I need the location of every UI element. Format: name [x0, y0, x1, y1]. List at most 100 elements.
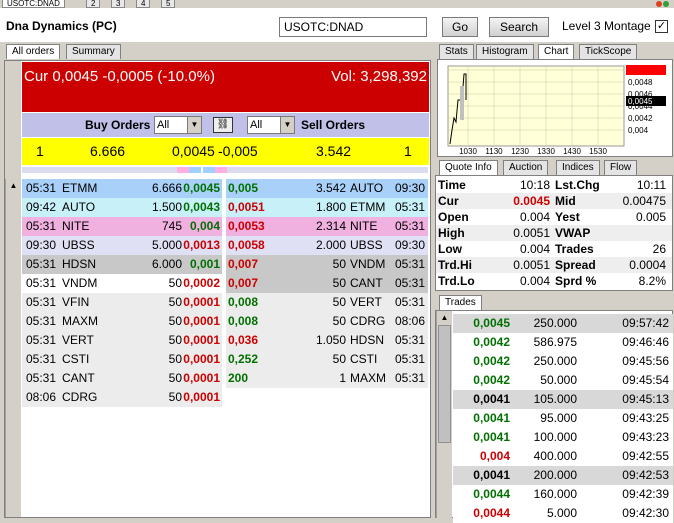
- trade-row[interactable]: 0,004 400.000 09:42:55: [453, 447, 673, 466]
- link-chain-icon[interactable]: ⛓: [213, 117, 233, 133]
- bid-row[interactable]: 09:42 AUTO 1.500 0,0043: [22, 198, 222, 217]
- bid-time: 05:31: [26, 257, 57, 271]
- doc-tab-3[interactable]: 3: [111, 0, 126, 8]
- ask-market-maker: UBSS: [350, 238, 383, 252]
- quote-info-value: 0.0051: [513, 258, 550, 272]
- quote-info-row: Open 0.004 Yest 0.005: [436, 209, 672, 225]
- bid-market-maker: VERT: [62, 333, 94, 347]
- trade-row[interactable]: 0,0044 160.000 09:42:39: [453, 485, 673, 504]
- ask-row[interactable]: 0,0053 2.314 NITE 05:31: [226, 217, 428, 236]
- trade-row[interactable]: 0,0044 5.000 09:42:30: [453, 504, 673, 523]
- ask-row[interactable]: 0,008 50 VERT 05:31: [226, 293, 428, 312]
- bid-row[interactable]: 09:30 UBSS 5.000 0,0013: [22, 236, 222, 255]
- ask-row[interactable]: 0,036 1.050 HDSN 05:31: [226, 331, 428, 350]
- bid-row[interactable]: 05:31 MAXM 50 0,0001: [22, 312, 222, 331]
- bid-row[interactable]: 05:31 VNDM 50 0,0002: [22, 274, 222, 293]
- ask-row[interactable]: 0,008 50 CDRG 08:06: [226, 312, 428, 331]
- bid-row[interactable]: 05:31 HDSN 6.000 0,001: [22, 255, 222, 274]
- symbol-input[interactable]: USOTC:DNAD: [279, 17, 427, 37]
- quote-info-label: Time: [438, 178, 466, 192]
- scroll-up-icon[interactable]: ▲: [439, 313, 450, 323]
- bid-price: 0,004: [189, 219, 220, 233]
- ask-row[interactable]: 0,005 3.542 AUTO 09:30: [226, 179, 428, 198]
- high-marker: [626, 65, 666, 75]
- scroll-thumb[interactable]: [438, 325, 451, 443]
- book-scrollbar[interactable]: ▲: [5, 179, 21, 517]
- ask-market-maker: NITE: [350, 219, 378, 233]
- trade-size: 200.000: [533, 468, 577, 482]
- trade-row[interactable]: 0,0042 250.000 09:45:56: [453, 352, 673, 371]
- quote-info-row: Trd.Hi 0.0051 Spread 0.0004: [436, 257, 672, 273]
- y-tick-label: 0,0042: [628, 114, 653, 123]
- scroll-up-icon[interactable]: ▲: [8, 181, 19, 191]
- bid-time: 05:31: [26, 352, 57, 366]
- trade-row[interactable]: 0,0042 50.000 09:45:54: [453, 371, 673, 390]
- trade-size: 105.000: [533, 392, 577, 406]
- quote-info-value: 0.00475: [622, 194, 666, 208]
- trade-time: 09:43:25: [622, 411, 669, 425]
- quote-info-row: Cur 0.0045 Mid 0.00475: [436, 193, 672, 209]
- trade-size: 160.000: [533, 487, 577, 501]
- quote-info-value: 10:18: [519, 178, 550, 192]
- ask-row[interactable]: 0,007 50 VNDM 05:31: [226, 255, 428, 274]
- bid-row[interactable]: 05:31 VERT 50 0,0001: [22, 331, 222, 350]
- trade-row[interactable]: 0,0041 105.000 09:45:13: [453, 390, 673, 409]
- tab-trades[interactable]: Trades: [439, 295, 482, 310]
- quote-info-row: High 0.0051 VWAP: [436, 225, 672, 241]
- bid-row[interactable]: 05:31 VFIN 50 0,0001: [22, 293, 222, 312]
- bid-row[interactable]: 05:31 ETMM 6.666 0,0045: [22, 179, 222, 198]
- trade-row[interactable]: 0,0041 100.000 09:43:23: [453, 428, 673, 447]
- ask-row[interactable]: 200 1 MAXM 05:31: [226, 369, 428, 388]
- tab-indices[interactable]: Indices: [556, 160, 600, 175]
- tab-stats[interactable]: Stats: [439, 44, 474, 59]
- x-tick-label: 1230: [511, 147, 529, 156]
- trade-row[interactable]: 0,0042 586.975 09:46:46: [453, 333, 673, 352]
- ask-row[interactable]: 0,0051 1.800 ETMM 05:31: [226, 198, 428, 217]
- go-button[interactable]: Go: [442, 17, 478, 37]
- ask-time: 05:31: [394, 371, 425, 385]
- bid-row[interactable]: 05:31 CSTI 50 0,0001: [22, 350, 222, 369]
- doc-tab-2[interactable]: 2: [86, 0, 101, 8]
- trade-time: 09:45:56: [622, 354, 669, 368]
- doc-tab-4[interactable]: 4: [136, 0, 151, 8]
- bid-row[interactable]: 05:31 NITE 745 0,004: [22, 217, 222, 236]
- level3-montage-checkbox[interactable]: ✓: [655, 20, 668, 33]
- document-tab-strip: USOTC:DNAD 2 3 4 5: [0, 0, 674, 8]
- trade-time: 09:45:54: [622, 373, 669, 387]
- trade-row[interactable]: 0,0041 95.000 09:43:25: [453, 409, 673, 428]
- trade-row[interactable]: 0,0045 250.000 09:57:42: [453, 314, 673, 333]
- trades-scrollbar[interactable]: ▲: [436, 311, 452, 518]
- bid-row[interactable]: 08:06 CDRG 50 0,0001: [22, 388, 222, 407]
- trade-row[interactable]: 0,0041 200.000 09:42:53: [453, 466, 673, 485]
- trade-time: 09:42:53: [622, 468, 669, 482]
- bid-price: 0,0045: [183, 181, 220, 195]
- tab-auction[interactable]: Auction: [503, 160, 549, 175]
- bid-market-maker: MAXM: [62, 314, 98, 328]
- tab-flow[interactable]: Flow: [604, 160, 638, 175]
- doc-tab-5[interactable]: 5: [161, 0, 176, 8]
- tab-chart[interactable]: Chart: [538, 44, 575, 59]
- ask-price: 0,007: [228, 257, 259, 271]
- tab-quote-info[interactable]: Quote Info: [439, 160, 498, 175]
- tab-all-orders[interactable]: All orders: [6, 44, 61, 59]
- trade-size: 50.000: [540, 373, 577, 387]
- ask-row[interactable]: 0,252 50 CSTI 05:31: [226, 350, 428, 369]
- search-button[interactable]: Search: [489, 17, 549, 37]
- doc-tab-1[interactable]: USOTC:DNAD: [2, 0, 65, 8]
- ask-row[interactable]: 0,007 50 CANT 05:31: [226, 274, 428, 293]
- tab-summary[interactable]: Summary: [66, 44, 121, 59]
- quote-info-value: 0.0004: [629, 258, 666, 272]
- tab-histogram[interactable]: Histogram: [476, 44, 534, 59]
- sell-filter-select[interactable]: All ▼: [247, 116, 295, 134]
- ask-time: 09:30: [394, 238, 425, 252]
- ask-row[interactable]: 0,0058 2.000 UBSS 09:30: [226, 236, 428, 255]
- bid-row[interactable]: 05:31 CANT 50 0,0001: [22, 369, 222, 388]
- tab-tickscope[interactable]: TickScope: [579, 44, 638, 59]
- best-ask-price: -0,005: [218, 143, 258, 159]
- buy-filter-select[interactable]: All ▼: [154, 116, 202, 134]
- ask-price: 0,252: [228, 352, 259, 366]
- volume-bar: [460, 86, 464, 120]
- quote-info-row: Trd.Lo 0.004 Sprd % 8.2%: [436, 273, 672, 289]
- chart-panel: 1030113012301330143015300,0050,00480,004…: [437, 59, 673, 157]
- bid-size: 5.000: [151, 238, 182, 252]
